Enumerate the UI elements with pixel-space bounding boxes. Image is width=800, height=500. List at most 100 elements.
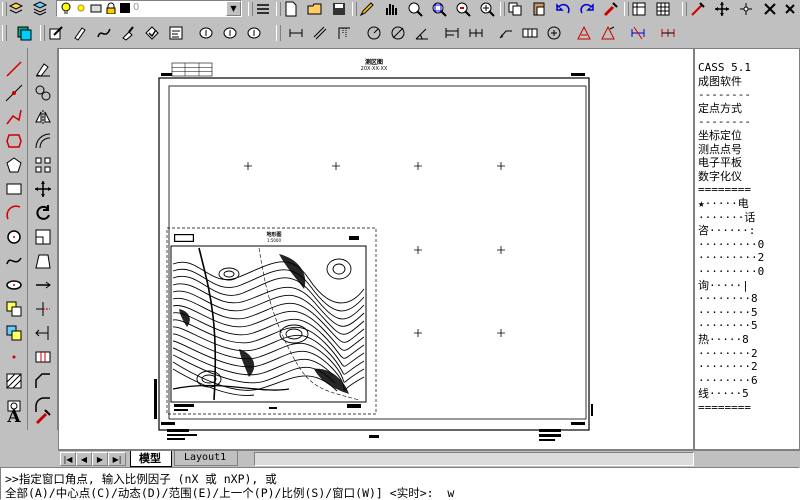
match-properties-icon[interactable] bbox=[601, 0, 621, 18]
dim-baseline-icon[interactable] bbox=[442, 24, 462, 42]
close-x-icon[interactable] bbox=[780, 0, 800, 18]
move-object-icon[interactable] bbox=[32, 178, 54, 200]
offset-icon[interactable] bbox=[32, 130, 54, 152]
stretch-icon[interactable] bbox=[32, 250, 54, 272]
freeze-sun-icon[interactable] bbox=[75, 2, 87, 14]
save-icon[interactable] bbox=[329, 0, 349, 18]
pentagon-icon[interactable] bbox=[3, 154, 25, 176]
trim-icon[interactable] bbox=[32, 298, 54, 320]
polyline-icon[interactable] bbox=[3, 106, 25, 128]
edit-text-icon[interactable] bbox=[46, 24, 66, 42]
menu-item[interactable]: CASS 5.1 bbox=[698, 61, 799, 75]
prev-tab-button[interactable]: ◀ bbox=[76, 452, 92, 466]
menu-item[interactable]: 电子平板 bbox=[698, 156, 799, 170]
dim-linear-icon[interactable] bbox=[286, 24, 306, 42]
point-icon[interactable] bbox=[3, 346, 25, 368]
copy-object-icon[interactable] bbox=[32, 82, 54, 104]
ellipse-icon[interactable] bbox=[3, 274, 25, 296]
pan-arrows-icon[interactable] bbox=[736, 0, 756, 18]
tab-layout1[interactable]: Layout1 bbox=[174, 451, 238, 466]
pan-hand-icon[interactable] bbox=[381, 0, 401, 18]
lengthen-icon[interactable] bbox=[32, 274, 54, 296]
dim-edit-icon[interactable] bbox=[574, 24, 594, 42]
menu-item[interactable]: 数字化仪 bbox=[698, 170, 799, 184]
make-block-icon[interactable] bbox=[3, 322, 25, 344]
zoom-realtime-icon[interactable] bbox=[405, 0, 425, 18]
mirror-icon[interactable] bbox=[32, 106, 54, 128]
dim-radius-icon[interactable] bbox=[364, 24, 384, 42]
toolbar-grip[interactable] bbox=[40, 25, 45, 41]
dim-diameter-icon[interactable] bbox=[388, 24, 408, 42]
hatch-icon[interactable] bbox=[3, 370, 25, 392]
leader-icon[interactable] bbox=[496, 24, 516, 42]
explode-icon[interactable] bbox=[32, 406, 54, 428]
paste-icon[interactable] bbox=[529, 0, 549, 18]
toolbar-grip[interactable] bbox=[276, 25, 281, 41]
erase-icon[interactable] bbox=[32, 58, 54, 80]
zoom-previous-icon[interactable] bbox=[453, 0, 473, 18]
dim-text-edit-icon[interactable] bbox=[598, 24, 618, 42]
layer-states-icon[interactable] bbox=[30, 0, 50, 18]
zoom-window-icon[interactable] bbox=[429, 0, 449, 18]
chevron-down-icon[interactable]: ▼ bbox=[226, 1, 241, 16]
tolerance-icon[interactable] bbox=[520, 24, 540, 42]
grid-table-icon[interactable] bbox=[653, 0, 673, 18]
open-folder-icon[interactable] bbox=[305, 0, 325, 18]
last-tab-button[interactable]: ▶| bbox=[108, 452, 126, 466]
move-icon[interactable] bbox=[712, 0, 732, 18]
command-line-2[interactable]: 全部(A)/中心点(C)/动态(D)/范围(E)/上一个(P)/比例(S)/窗口… bbox=[5, 487, 454, 500]
next-tab-button[interactable]: ▶ bbox=[92, 452, 108, 466]
array-icon[interactable] bbox=[32, 154, 54, 176]
undo-icon[interactable] bbox=[553, 0, 573, 18]
zoom-extents-icon[interactable] bbox=[477, 0, 497, 18]
layer-color-icon[interactable] bbox=[14, 24, 34, 42]
arc-icon[interactable] bbox=[3, 202, 25, 224]
draw-icon[interactable] bbox=[688, 0, 708, 18]
spline-icon[interactable] bbox=[3, 250, 25, 272]
rectangle-icon[interactable] bbox=[3, 178, 25, 200]
edit-object-icon[interactable] bbox=[70, 24, 90, 42]
new-file-icon[interactable] bbox=[281, 0, 301, 18]
copy-icon[interactable] bbox=[505, 0, 525, 18]
ring-1-icon[interactable] bbox=[196, 24, 216, 42]
dim-aligned-icon[interactable] bbox=[310, 24, 330, 42]
toolbar-grip[interactable] bbox=[2, 25, 7, 41]
dim-ordinate-icon[interactable] bbox=[334, 24, 354, 42]
drawing-area[interactable]: 测区图 20X·XX·XX 地形图 1:5000 bbox=[58, 48, 694, 450]
dim-update-icon[interactable] bbox=[628, 24, 648, 42]
chamfer-icon[interactable] bbox=[32, 370, 54, 392]
lock-icon[interactable] bbox=[105, 2, 117, 15]
menu-item[interactable]: 成图软件 bbox=[698, 75, 799, 89]
layer-dropdown[interactable]: 0 ▼ bbox=[56, 0, 242, 17]
text-icon[interactable]: A bbox=[3, 406, 25, 428]
menu-item[interactable]: 坐标定位 bbox=[698, 129, 799, 143]
redo-icon[interactable] bbox=[577, 0, 597, 18]
tab-model[interactable]: 模型 bbox=[130, 451, 172, 467]
layer-manager-icon[interactable] bbox=[6, 0, 26, 18]
command-window[interactable]: >>指定窗口角点, 输入比例因子 (nX 或 nXP), 或 全部(A)/中心点… bbox=[0, 467, 800, 500]
menu-item[interactable]: 定点方式 bbox=[698, 102, 799, 116]
scale-icon[interactable] bbox=[32, 226, 54, 248]
line-icon[interactable] bbox=[3, 58, 25, 80]
rotate-icon[interactable] bbox=[32, 202, 54, 224]
ring-2-icon[interactable] bbox=[220, 24, 240, 42]
menu-item[interactable]: 测点点号 bbox=[698, 143, 799, 157]
freehand-icon[interactable] bbox=[94, 24, 114, 42]
pencil-icon[interactable] bbox=[357, 0, 377, 18]
construction-line-icon[interactable] bbox=[3, 82, 25, 104]
dim-style-icon[interactable] bbox=[658, 24, 678, 42]
ring-3-icon[interactable] bbox=[244, 24, 264, 42]
designcenter-icon[interactable] bbox=[629, 0, 649, 18]
brush-icon[interactable] bbox=[118, 24, 138, 42]
properties-icon[interactable] bbox=[253, 0, 273, 18]
toolbar-grip[interactable] bbox=[682, 2, 687, 16]
block-attribute-icon[interactable] bbox=[166, 24, 186, 42]
first-tab-button[interactable]: |◀ bbox=[60, 452, 76, 466]
break-icon[interactable] bbox=[32, 346, 54, 368]
lightbulb-icon[interactable] bbox=[61, 2, 71, 14]
dim-angular-icon[interactable] bbox=[412, 24, 432, 42]
insert-block-icon[interactable] bbox=[3, 298, 25, 320]
extend-icon[interactable] bbox=[32, 322, 54, 344]
circle-icon[interactable] bbox=[3, 226, 25, 248]
multiply-icon[interactable] bbox=[760, 0, 780, 18]
